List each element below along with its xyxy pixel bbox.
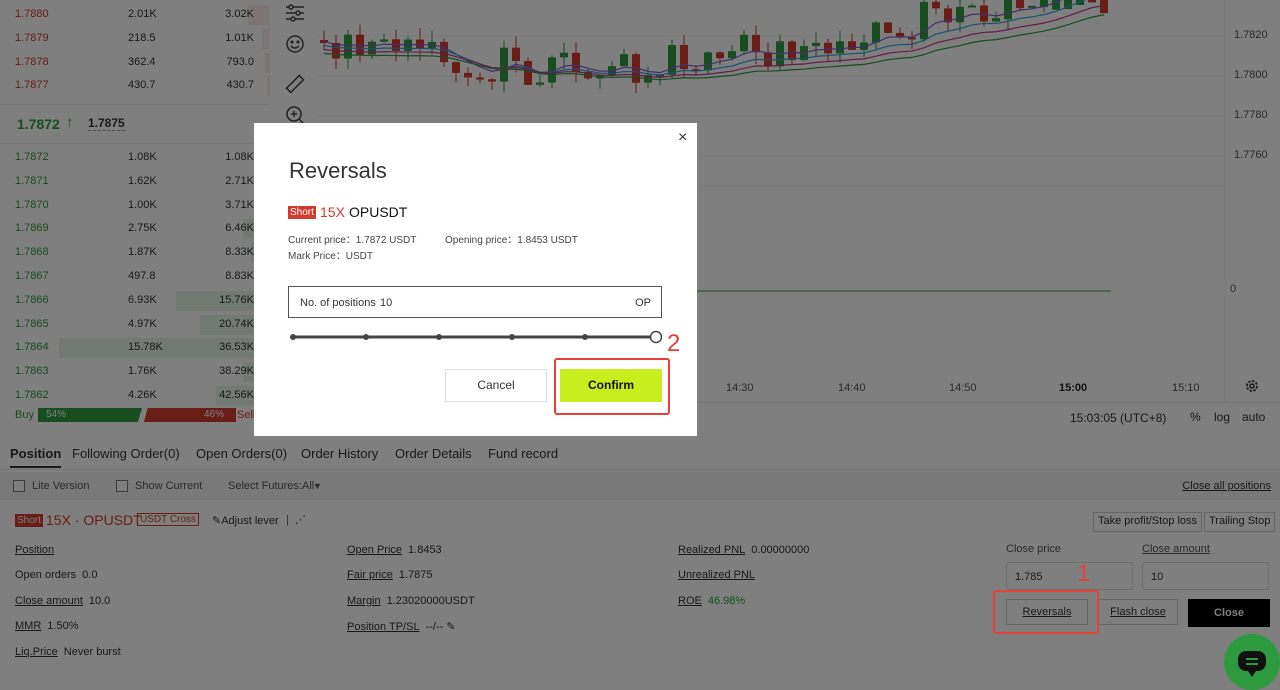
position-slider[interactable] [290,330,662,344]
positions-quantity-input[interactable]: No. of positions 10 OP [288,286,662,318]
dialog-title: Reversals [289,158,387,183]
symbol-text: OPUSDT [349,204,408,220]
slider-step-dot[interactable] [436,334,442,340]
annotation-step-number: 2 [667,330,681,357]
input-label: No. of positions [300,297,376,309]
slider-step-dot[interactable] [582,334,588,340]
annotation-highlight-reversals [993,590,1099,634]
close-icon[interactable]: × [678,129,687,147]
slider-step-dot[interactable] [290,334,296,340]
leverage-text: 15X [320,204,345,220]
slider-handle[interactable] [649,330,662,344]
mark-price-info: Mark Price：USDT [288,251,374,262]
slider-step-dot[interactable] [363,334,369,340]
input-value: 10 [380,297,393,309]
current-price-info: Current price：1.7872 USDT [288,235,417,246]
cancel-button[interactable]: Cancel [445,369,547,402]
opening-price-info: Opening price：1.8453 USDT [445,235,578,246]
chat-support-button[interactable] [1224,634,1280,690]
side-badge: Short [288,206,316,219]
annotation-highlight-confirm [554,358,670,415]
annotation-step-number: 1 [1077,560,1091,587]
slider-step-dot[interactable] [509,334,515,340]
input-unit: OP [635,297,651,309]
chat-bubble-icon [1238,651,1266,677]
